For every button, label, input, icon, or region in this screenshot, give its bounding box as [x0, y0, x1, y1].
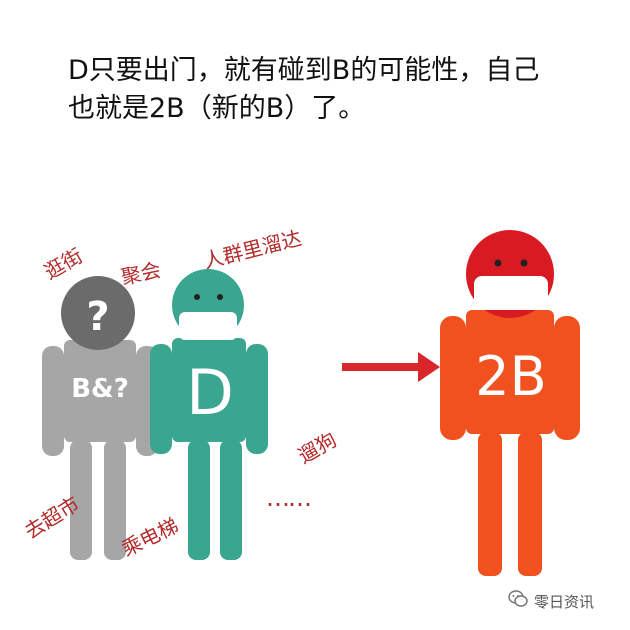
unknown-body-text: B&?	[71, 374, 129, 404]
2b-eye-right	[520, 259, 528, 267]
d-body-text: D	[186, 356, 234, 429]
d-eye-left	[194, 294, 200, 300]
unknown-head-mark: ?	[86, 294, 109, 340]
activity-ellipsis: ……	[266, 484, 312, 512]
2b-mask	[474, 276, 548, 310]
wechat-icon	[508, 590, 528, 612]
2b-body-text: 2B	[475, 345, 546, 408]
illustration: ? B&? D 2B	[42, 230, 580, 576]
arrow	[342, 352, 440, 382]
watermark: 零日资讯	[508, 590, 594, 612]
watermark-text: 零日资讯	[533, 592, 594, 611]
d-mask	[179, 312, 237, 340]
2b-eye-left	[494, 259, 502, 267]
d-eye-right	[217, 294, 223, 300]
